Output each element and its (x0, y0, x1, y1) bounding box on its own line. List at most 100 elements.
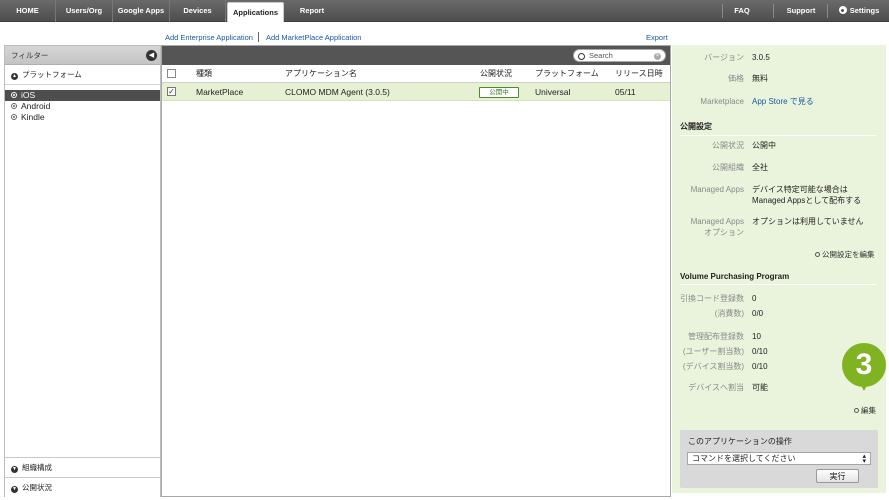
publish-org-label: 公開組織 (712, 163, 744, 172)
platform-label: Android (21, 101, 51, 111)
radio-icon (11, 103, 17, 109)
cell-app-name: CLOMO MDM Agent (3.0.5) (285, 87, 390, 97)
edit-publish-label: 公開設定を編集 (822, 250, 875, 259)
platform-item-ios[interactable]: iOS (5, 90, 160, 101)
column-header-release[interactable]: リリース日時 (615, 65, 663, 83)
operations-box: このアプリケーションの操作 コマンドを選択してください ▴ ▾ 実行 (680, 430, 878, 488)
platform-item-android[interactable]: Android (5, 101, 160, 112)
edit-publish-settings-link[interactable]: 公開設定を編集 (815, 249, 875, 260)
circle-icon (815, 252, 820, 257)
version-label: バージョン (704, 53, 744, 62)
org-section-header[interactable]: ▼ 組織構成 (5, 457, 160, 477)
managed-apps-value-1: デバイス特定可能な場合は (752, 185, 848, 194)
publish-status-label: 公開状況 (712, 141, 744, 150)
managed-distribution-value: 10 (752, 332, 761, 341)
device-allocation-value: 可能 (752, 383, 768, 392)
price-value: 無料 (752, 74, 768, 83)
publish-settings-header: 公開設定 (680, 121, 876, 136)
device-allocation-label: デバイスへ割当 (688, 383, 744, 392)
cell-release-date: 05/11 (615, 87, 636, 97)
platform-item-kindle[interactable]: Kindle (5, 112, 160, 123)
consumed-label: (消費数) (714, 309, 744, 318)
add-enterprise-app-link[interactable]: Add Enterprise Application (165, 33, 253, 42)
select-arrows-icon: ▴ ▾ (862, 453, 866, 465)
filter-panel: フィルター ◀ ▲ プラットフォーム iOS Android Kindle ▼ 組織… (4, 45, 161, 497)
publish-status-value: 公開中 (752, 141, 776, 150)
managed-apps-label: Managed Apps (690, 185, 744, 194)
app-store-link[interactable]: App Store で見る (752, 96, 814, 107)
tab-applications[interactable]: Applications (227, 2, 284, 22)
command-select[interactable]: コマンドを選択してください ▴ ▾ (687, 452, 871, 465)
command-select-value: コマンドを選択してください (692, 454, 796, 463)
top-nav-bar: HOME Users/Org Google Apps Devices Appli… (0, 0, 889, 22)
platform-section-header[interactable]: ▲ プラットフォーム (5, 65, 160, 85)
column-header-type[interactable]: 種類 (196, 65, 212, 83)
price-label: 価格 (728, 74, 744, 83)
run-button[interactable]: 実行 (816, 469, 859, 483)
faq-link[interactable]: FAQ (724, 0, 760, 22)
nav-divider (773, 4, 774, 18)
device-assign-value: 0/10 (752, 362, 768, 371)
table-toolbar: Search × (162, 46, 670, 65)
tab-home[interactable]: HOME (0, 0, 56, 22)
link-separator (258, 32, 259, 42)
platform-header-label: プラットフォーム (22, 70, 82, 79)
chevron-down-icon: ▼ (11, 486, 18, 493)
add-marketplace-app-link[interactable]: Add MarketPlace Application (266, 33, 361, 42)
radio-icon (11, 114, 17, 120)
select-all-checkbox[interactable] (167, 69, 176, 78)
nav-divider (827, 4, 828, 18)
tab-report[interactable]: Report (285, 0, 339, 22)
edit-vpp-link[interactable]: 編集 (854, 405, 876, 416)
nav-divider (722, 4, 723, 18)
tab-users-org[interactable]: Users/Org (56, 0, 113, 22)
marketplace-label: Marketplace (700, 97, 744, 106)
cell-type: MarketPlace (196, 87, 244, 97)
export-link[interactable]: Export (646, 33, 668, 42)
status-section-header[interactable]: ▼ 公開状況 (5, 477, 160, 497)
support-link[interactable]: Support (778, 0, 824, 22)
managed-apps-value-2: Managed Appsとして配布する (752, 196, 862, 205)
row-checkbox[interactable]: ✓ (167, 87, 176, 96)
publish-org-value: 全社 (752, 163, 768, 172)
operations-title: このアプリケーションの操作 (688, 437, 792, 446)
table-header: 種類 アプリケーション名 公開状況 プラットフォーム リリース日時 (162, 65, 670, 83)
gear-icon (838, 6, 847, 14)
settings-link[interactable]: Settings (832, 0, 886, 22)
search-icon (578, 52, 585, 60)
managed-distribution-label: 管理配布登録数 (688, 332, 744, 341)
platform-label: iOS (21, 90, 36, 100)
tab-google-apps[interactable]: Google Apps (113, 0, 170, 22)
managed-apps-option-label-1: Managed Apps (690, 217, 744, 226)
step-marker: 3 (842, 343, 886, 387)
collapse-left-icon[interactable]: ◀ (146, 50, 157, 61)
managed-apps-option-value: オプションは利用していません (752, 217, 864, 226)
org-section-label: 組織構成 (22, 463, 52, 472)
filter-header: フィルター ◀ (5, 46, 160, 65)
version-value: 3.0.5 (752, 53, 770, 62)
user-assign-label: (ユーザー割当数) (682, 347, 744, 356)
vpp-header: Volume Purchasing Program (680, 272, 876, 285)
chevron-up-icon: ▲ (11, 73, 18, 80)
device-assign-label: (デバイス割当数) (682, 362, 744, 371)
filter-title: フィルター (11, 51, 49, 60)
platform-label: Kindle (21, 112, 45, 122)
column-header-name[interactable]: アプリケーション名 (285, 65, 357, 83)
tab-devices[interactable]: Devices (170, 0, 226, 22)
column-header-status[interactable]: 公開状況 (480, 65, 512, 83)
managed-apps-option-label-2: オプション (704, 228, 744, 237)
search-input[interactable]: Search × (573, 49, 666, 62)
cell-platform: Universal (535, 87, 571, 97)
redeem-code-value: 0 (752, 294, 757, 303)
table-row[interactable]: ✓ MarketPlace CLOMO MDM Agent (3.0.5) 公開… (162, 83, 670, 101)
consumed-value: 0/0 (752, 309, 764, 318)
circle-icon (854, 408, 859, 413)
edit-vpp-label: 編集 (861, 406, 876, 415)
user-assign-value: 0/10 (752, 347, 768, 356)
chevron-down-icon: ▼ (11, 466, 18, 473)
search-placeholder: Search (589, 51, 613, 60)
status-badge: 公開中 (479, 87, 519, 98)
clear-icon[interactable]: × (654, 52, 661, 60)
column-header-platform[interactable]: プラットフォーム (535, 65, 599, 83)
radio-icon (11, 92, 17, 98)
